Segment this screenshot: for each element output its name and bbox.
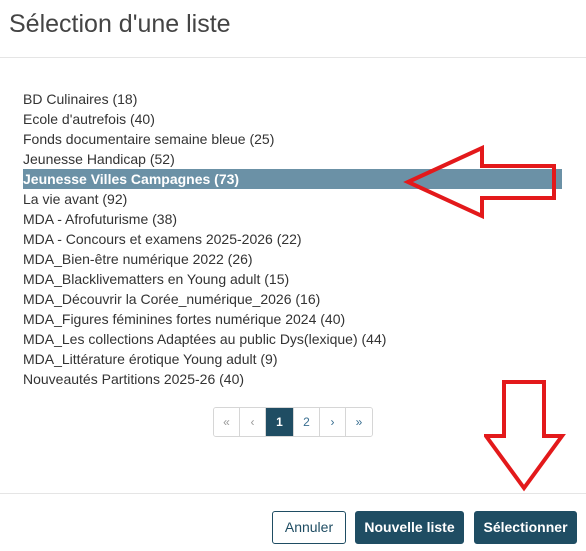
previous-page-button[interactable]: ‹ [240,408,266,436]
list-item[interactable]: MDA - Concours et examens 2025-2026 (22) [23,229,562,249]
pagination: « ‹ 1 2 › » [213,407,373,437]
list-item[interactable]: Jeunesse Handicap (52) [23,149,562,169]
list-item[interactable]: MDA - Afrofuturisme (38) [23,209,562,229]
list-item[interactable]: MDA_Blacklivematters en Young adult (15) [23,269,562,289]
dialog-title: Sélection d'une liste [9,10,231,38]
down-arrow-annotation-icon [484,380,566,492]
list-selection-list: BD Culinaires (18) Ecole d'autrefois (40)… [23,89,562,389]
list-item[interactable]: MDA_Découvrir la Corée_numérique_2026 (1… [23,289,562,309]
dialog-footer: Annuler Nouvelle liste Sélectionner [0,493,586,551]
list-item[interactable]: BD Culinaires (18) [23,89,562,109]
list-item[interactable]: Nouveautés Partitions 2025-26 (40) [23,369,562,389]
list-item[interactable]: MDA_Bien-être numérique 2022 (26) [23,249,562,269]
list-item[interactable]: Ecole d'autrefois (40) [23,109,562,129]
page-1-button[interactable]: 1 [266,408,294,436]
new-list-button[interactable]: Nouvelle liste [355,511,464,544]
first-page-button[interactable]: « [214,408,240,436]
select-button[interactable]: Sélectionner [474,511,577,544]
list-item-selected[interactable]: Jeunesse Villes Campagnes (73) [23,169,562,189]
list-selection-dialog: Sélection d'une liste BD Culinaires (18)… [0,0,586,551]
dialog-header: Sélection d'une liste [0,0,586,58]
list-item[interactable]: MDA_Littérature érotique Young adult (9) [23,349,562,369]
list-item[interactable]: MDA_Figures féminines fortes numérique 2… [23,309,562,329]
list-item[interactable]: Fonds documentaire semaine bleue (25) [23,129,562,149]
last-page-button[interactable]: » [346,408,372,436]
page-2-button[interactable]: 2 [294,408,320,436]
next-page-button[interactable]: › [320,408,346,436]
list-item[interactable]: La vie avant (92) [23,189,562,209]
list-item[interactable]: MDA_Les collections Adaptées au public D… [23,329,562,349]
cancel-button[interactable]: Annuler [272,511,346,544]
